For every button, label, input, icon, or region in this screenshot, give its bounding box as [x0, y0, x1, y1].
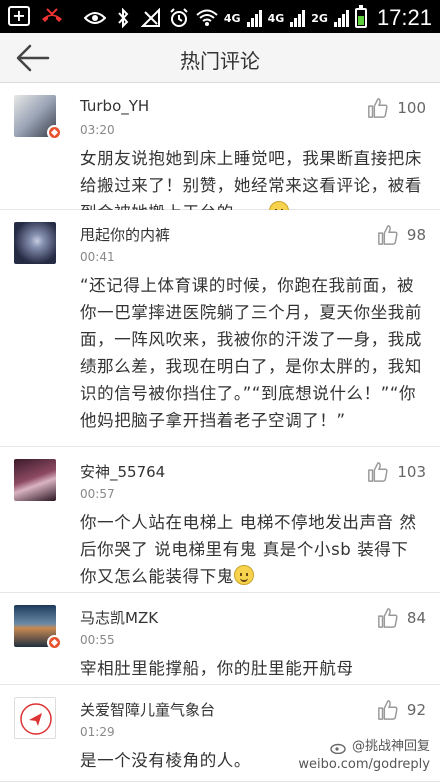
signal-icon: [246, 9, 262, 27]
avatar[interactable]: [14, 697, 56, 739]
status-bar: + 4G 4G 2G 17:21: [0, 0, 440, 33]
comment-text: 你一个人站在电梯上 电梯不停地发出声音 然后你哭了 说电梯里有鬼 真是个小sb …: [80, 509, 424, 590]
comment-time: 00:41: [80, 250, 115, 264]
comment-time: 01:29: [80, 725, 115, 739]
verified-badge-icon: [47, 125, 62, 140]
watermark-account: @挑战神回复: [351, 739, 430, 754]
like-count: 92: [406, 701, 426, 719]
watermark-url: weibo.com/godreply: [298, 757, 430, 772]
no-signal-icon: [140, 7, 162, 29]
thumbs-up-icon: [368, 462, 388, 482]
like-count: 98: [406, 226, 426, 244]
weather-logo-icon: [20, 703, 52, 735]
like-button[interactable]: 84: [377, 607, 426, 629]
like-button[interactable]: 92: [377, 699, 426, 721]
thumbs-up-icon: [378, 608, 398, 628]
eye-icon: [83, 7, 106, 29]
network-type-label: 4G: [223, 11, 241, 25]
alarm-icon: [168, 7, 190, 29]
add-icon: +: [8, 6, 30, 26]
title-bar: 热门评论: [0, 33, 440, 83]
network-type-label: 2G: [311, 11, 328, 25]
like-count: 84: [406, 609, 426, 627]
comment-time: 00:55: [80, 633, 115, 647]
battery-icon: [354, 5, 367, 28]
comment-text: “还记得上体育课的时候，你跑在我前面，被你一巴掌摔进医院躺了三个月，夏天你坐我前…: [80, 276, 422, 430]
comment-author[interactable]: 安神_55764: [80, 461, 165, 482]
like-button[interactable]: 100: [367, 97, 426, 119]
page-title: 热门评论: [180, 49, 260, 73]
thumbs-up-icon: [368, 98, 388, 118]
comment-item[interactable]: 安神_55764 00:57 103 你一个人站在电梯上 电梯不停地发出声音 然…: [0, 447, 440, 593]
battery-level: [357, 16, 364, 25]
watermark: @挑战神回复 weibo.com/godreply: [298, 738, 430, 774]
missed-call-icon: [40, 6, 64, 26]
bluetooth-icon: [112, 7, 134, 29]
comment-item[interactable]: 马志凯MZK 00:55 84 宰相肚里能撑船，你的肚里能开航母: [0, 593, 440, 685]
weibo-logo-icon: [330, 743, 346, 754]
comment-author[interactable]: 马志凯MZK: [80, 607, 158, 628]
thumbs-up-icon: [378, 225, 398, 245]
status-clock: 17:21: [376, 5, 432, 30]
thumbs-up-icon: [378, 700, 398, 720]
smirk-emoji-icon: [233, 565, 254, 585]
comment-author[interactable]: 甩起你的内裤: [80, 224, 170, 245]
avatar[interactable]: [14, 222, 56, 264]
comment-item[interactable]: 甩起你的内裤 00:41 98 “还记得上体育课的时候，你跑在我前面，被你一巴掌…: [0, 210, 440, 447]
wifi-icon: [196, 7, 218, 29]
network-type-label: 4G: [267, 11, 285, 25]
signal-icon: [333, 9, 349, 27]
like-count: 100: [397, 99, 426, 117]
like-button[interactable]: 103: [367, 461, 426, 483]
avatar[interactable]: [14, 459, 56, 501]
comment-time: 00:57: [80, 487, 115, 501]
verified-badge-icon: [47, 635, 62, 650]
signal-icon: [290, 9, 306, 27]
comment-item[interactable]: Turbo_YH 03:20 100 女朋友说抱她到床上睡觉吧，我果断直接把床给…: [0, 83, 440, 222]
like-button[interactable]: 98: [377, 224, 426, 246]
comment-text: 宰相肚里能撑船，你的肚里能开航母: [80, 659, 354, 678]
comment-author[interactable]: Turbo_YH: [80, 97, 149, 115]
like-count: 103: [397, 463, 426, 481]
comment-author[interactable]: 关爱智障儿童气象台: [80, 699, 215, 720]
comment-time: 03:20: [80, 123, 115, 137]
